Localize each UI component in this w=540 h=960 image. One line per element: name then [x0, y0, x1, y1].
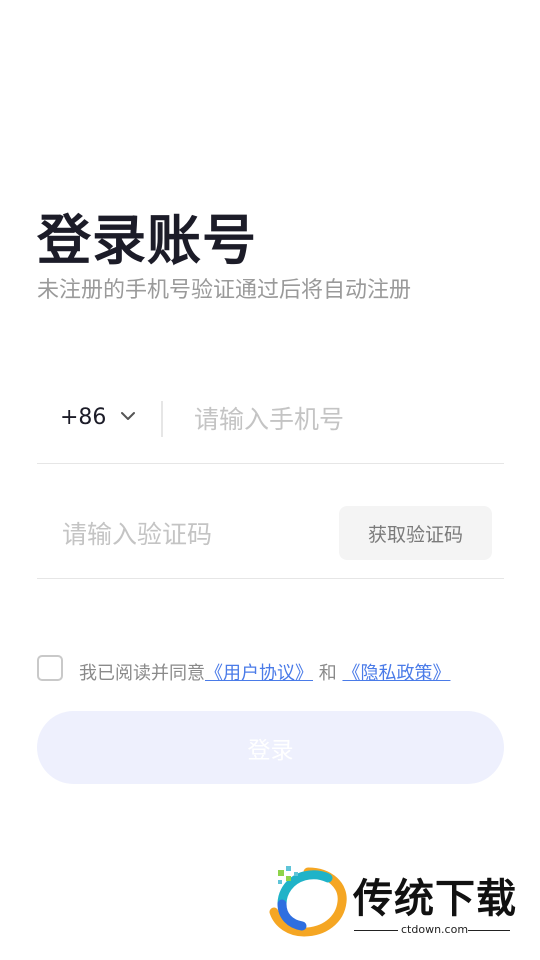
agreement-row: 我已阅读并同意《用户协议》 和 《隐私政策》 [37, 655, 517, 687]
get-code-button[interactable]: 获取验证码 [339, 506, 492, 560]
watermark: 传统下载 ctdown.com [268, 864, 518, 938]
user-agreement-link[interactable]: 《用户协议》 [205, 663, 313, 684]
watermark-line-left [354, 930, 398, 931]
phone-divider [161, 401, 163, 437]
phone-row: +86 [37, 385, 504, 464]
page-title: 登录账号 [37, 209, 257, 272]
verification-code-input[interactable] [62, 514, 322, 554]
page-subtitle: 未注册的手机号验证通过后将自动注册 [37, 278, 412, 303]
country-code-selector[interactable]: +86 [60, 405, 106, 430]
agreement-text: 我已阅读并同意《用户协议》 和 《隐私政策》 [79, 659, 450, 685]
agreement-checkbox[interactable] [37, 655, 63, 681]
agreement-and: 和 [318, 663, 337, 684]
ctdown-logo-icon [269, 866, 347, 937]
code-row: 获取验证码 [37, 500, 504, 579]
privacy-policy-link[interactable]: 《隐私政策》 [342, 663, 450, 684]
watermark-name: 传统下载 [353, 876, 517, 922]
agreement-prefix: 我已阅读并同意 [79, 663, 205, 684]
watermark-line-right [468, 930, 510, 931]
chevron-down-icon[interactable] [121, 411, 135, 421]
phone-input[interactable] [194, 399, 494, 439]
login-button[interactable]: 登录 [37, 711, 504, 784]
watermark-url: ctdown.com [401, 923, 469, 936]
